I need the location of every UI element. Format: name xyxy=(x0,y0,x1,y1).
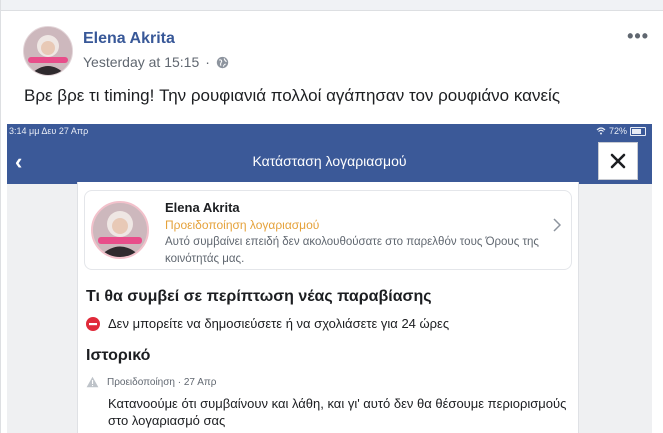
chevron-right-icon xyxy=(553,218,561,232)
history-item-label: Προειδοποίηση · 27 Απρ xyxy=(107,376,217,388)
restriction-row: Δεν μπορείτε να δημοσιεύσετε ή να σχολιά… xyxy=(86,316,449,331)
post-text: Βρε βρε τι timing! Την ρουφιανιά πολλοί … xyxy=(24,86,561,105)
account-status-card: Elena Akrita Προειδοποίηση λογαριασμού Α… xyxy=(77,182,579,433)
restriction-text: Δεν μπορείτε να δημοσιεύσετε ή να σχολιά… xyxy=(108,316,450,331)
warning-description: Αυτό συμβαίνει επειδή δεν ακολουθούσατε … xyxy=(165,236,539,265)
status-bar: 3:14 μμ Δευ 27 Απρ 72% xyxy=(7,124,652,140)
warning-name: Elena Akrita xyxy=(165,200,240,215)
history-item-meta: Προειδοποίηση · 27 Απρ xyxy=(86,376,216,388)
history-item-text: Κατανοούμε ότι συμβαίνουν και λάθη, και … xyxy=(108,396,567,428)
battery-icon xyxy=(630,126,646,136)
wifi-icon xyxy=(596,127,606,135)
globe-icon[interactable] xyxy=(216,56,229,69)
post-timestamp[interactable]: Yesterday at 15:15 xyxy=(83,54,199,70)
facebook-post: Elena Akrita Yesterday at 15:15 · ••• Βρ… xyxy=(0,0,663,433)
stop-icon xyxy=(86,316,100,331)
embedded-screenshot: 3:14 μμ Δευ 27 Απρ 72% ‹ Κατάσταση λογαρ… xyxy=(7,124,652,433)
battery-percent: 72% xyxy=(608,126,627,136)
warning-avatar xyxy=(91,201,149,259)
author-avatar[interactable] xyxy=(23,26,73,76)
warning-triangle-icon xyxy=(86,376,99,388)
close-button[interactable] xyxy=(598,142,638,180)
warning-subtitle: Προειδοποίηση λογαριασμού xyxy=(165,218,320,232)
close-icon xyxy=(610,153,626,169)
feed-divider xyxy=(1,0,663,11)
post-meta: Yesterday at 15:15 · xyxy=(83,54,229,70)
status-time-date: 3:14 μμ Δευ 27 Απρ xyxy=(9,126,89,136)
next-violation-heading: Τι θα συμβεί σε περίπτωση νέας παραβίαση… xyxy=(86,288,432,305)
nav-bar: ‹ Κατάσταση λογαριασμού xyxy=(7,140,652,184)
more-options-icon[interactable]: ••• xyxy=(627,26,649,47)
account-warning-row[interactable]: Elena Akrita Προειδοποίηση λογαριασμού Α… xyxy=(84,190,572,270)
author-name[interactable]: Elena Akrita xyxy=(83,30,175,48)
history-heading: Ιστορικό xyxy=(86,347,151,364)
nav-title: Κατάσταση λογαριασμού xyxy=(252,153,407,169)
